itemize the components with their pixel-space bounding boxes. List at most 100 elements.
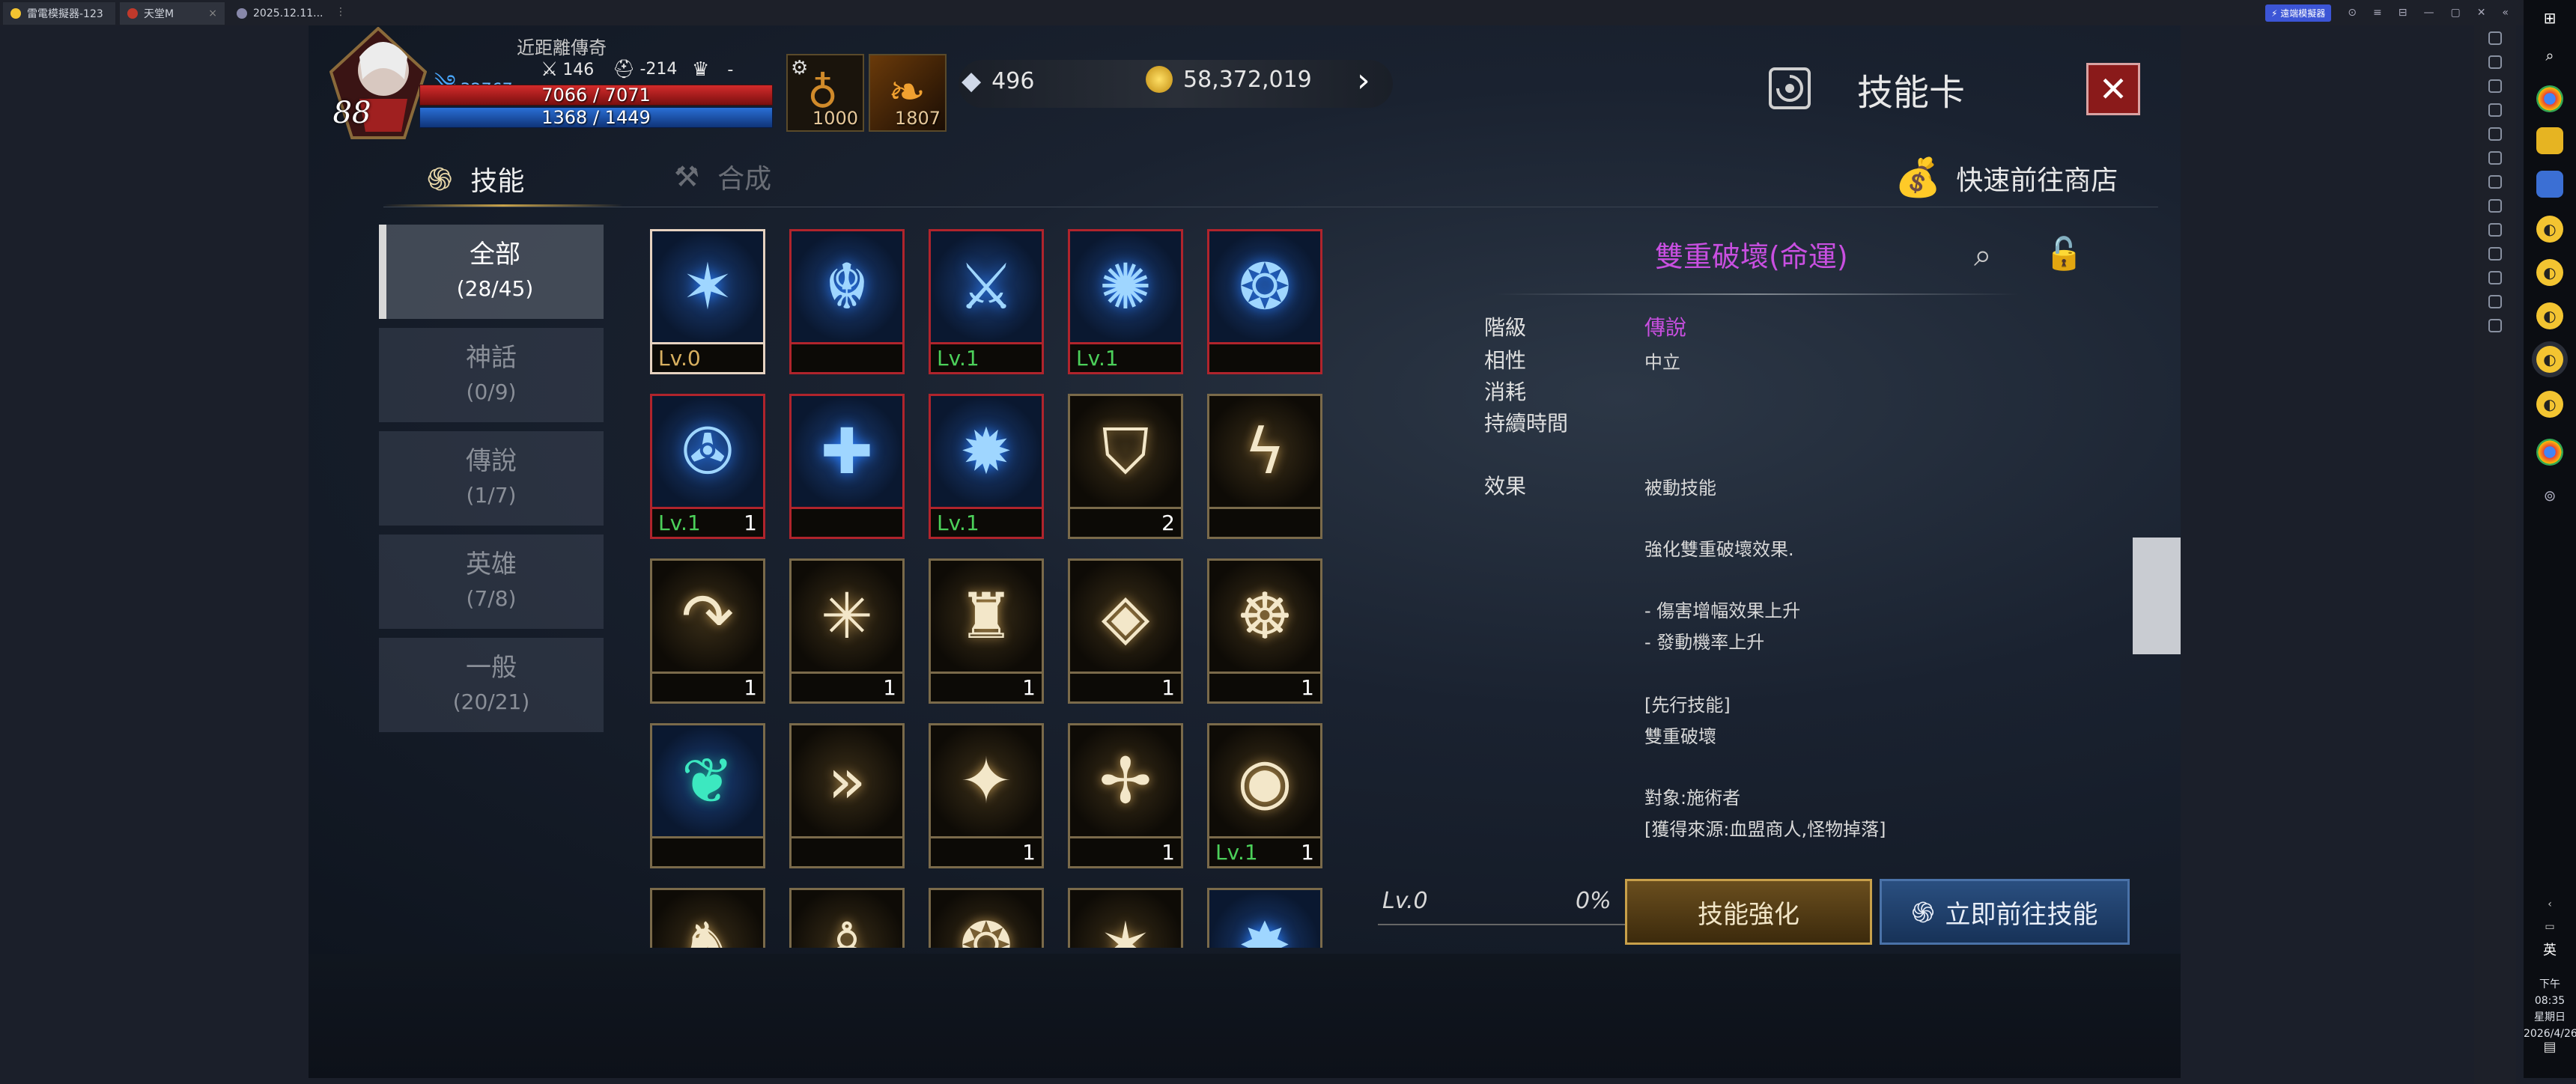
skill-card[interactable]: ◈ 1 (1068, 558, 1183, 707)
skill-card[interactable]: ✇ Lv.1 1 (650, 394, 765, 542)
notification-icon[interactable]: ▤ (2536, 1033, 2563, 1060)
category-legendary[interactable]: 傳說 (1/7) (379, 431, 604, 526)
item-slot[interactable]: ❧ 1807 (869, 54, 947, 132)
skill-icon-frame: ◈ (1068, 558, 1183, 674)
ime-indicator[interactable]: 英 (2536, 936, 2563, 963)
menu-icon[interactable]: ≡ (2373, 7, 2382, 19)
shop-shortcut-link[interactable]: 💰 快速前往商店 (1895, 156, 2118, 200)
gamepad-icon[interactable] (2488, 55, 2502, 69)
volume-up-icon[interactable] (2488, 79, 2502, 93)
category-normal[interactable]: 一般 (20/21) (379, 638, 604, 732)
emulator-logo-icon (10, 8, 21, 19)
video-icon[interactable] (2488, 223, 2502, 237)
skill-card[interactable]: ✺ Lv.1 (1068, 229, 1183, 377)
chrome-icon[interactable] (2536, 85, 2563, 112)
collapse-icon[interactable]: « (2502, 7, 2509, 19)
sync-icon[interactable] (2488, 175, 2502, 189)
category-count: (20/21) (452, 689, 530, 714)
skill-card[interactable]: ✳ 1 (789, 558, 905, 707)
side-panel-handle[interactable] (2133, 538, 2181, 654)
volume-down-icon[interactable] (2488, 103, 2502, 117)
ldplayer-active-icon[interactable]: ◐ (2536, 346, 2563, 373)
gold-value: 58,372,019 (1183, 66, 1312, 93)
skill-card[interactable]: ❂ (1207, 229, 1322, 377)
skill-card[interactable]: ♜ 1 (929, 558, 1044, 707)
skill-card[interactable]: ⛉ 2 (1068, 394, 1183, 542)
skill-card[interactable]: ❦ (650, 723, 765, 871)
tab-skills[interactable]: ֍ 技能 (427, 157, 524, 200)
more-icon[interactable] (2488, 319, 2502, 332)
skill-card-footer: Lv.1 (1068, 344, 1183, 374)
maximize-icon[interactable]: ▢ (2450, 7, 2460, 19)
skill-card[interactable]: ϟ (1207, 394, 1322, 542)
skill-card[interactable]: ✚ (789, 394, 905, 542)
diamond-icon: ◆ (962, 66, 982, 96)
potion-count: 1000 (812, 108, 858, 129)
skill-card[interactable]: ✹ Lv.1 (929, 394, 1044, 542)
category-mythic[interactable]: 神話 (0/9) (379, 328, 604, 422)
screenshot-icon[interactable] (2488, 127, 2502, 141)
ldplayer-icon[interactable]: ◐ (2536, 216, 2563, 243)
skill-card-icon (1769, 67, 1811, 109)
ldplayer-icon[interactable]: ◐ (2536, 391, 2563, 418)
category-all[interactable]: 全部 (28/45) (379, 225, 604, 319)
skill-card[interactable]: ♞ (650, 888, 765, 948)
emulator-tab-1[interactable]: 天堂M × (120, 2, 225, 25)
ldplayer-icon[interactable]: ◐ (2536, 302, 2563, 329)
effect-line: 強化雙重破壞效果. (1644, 539, 1794, 560)
tab-more-icon[interactable]: ⋮ (335, 6, 346, 18)
folder-icon[interactable] (2488, 271, 2502, 284)
skill-card[interactable]: ◉ Lv.1 1 (1207, 723, 1322, 871)
emulator-tab-2[interactable]: 2025.12.11... (229, 2, 334, 25)
skill-card[interactable]: ⚔ Lv.1 (929, 229, 1044, 377)
tab-synthesis-label: 合成 (717, 164, 772, 195)
search-icon[interactable]: ⌕ (2536, 42, 2563, 69)
skill-card[interactable]: ✶ Lv.0 (650, 229, 765, 377)
potion-slot[interactable]: ♁ ⚙ 1000 (786, 54, 864, 132)
skill-card[interactable]: ✶ (1068, 888, 1183, 948)
skill-card[interactable]: ❂ (929, 888, 1044, 948)
magnifier-icon[interactable]: ⌕ (1974, 237, 1992, 274)
restore-icon[interactable]: ⊟ (2399, 7, 2408, 19)
app-icon[interactable] (2536, 171, 2563, 198)
record-icon[interactable] (2488, 151, 2502, 165)
apk-icon[interactable] (2488, 247, 2502, 261)
close-tab-icon[interactable]: × (208, 7, 217, 19)
goto-skill-button[interactable]: ֍ 立即前往技能 (1880, 879, 2130, 945)
enhance-skill-button[interactable]: 技能強化 (1625, 879, 1872, 945)
account-icon[interactable]: ⊙ (2348, 7, 2357, 19)
keyboard-icon[interactable] (2488, 31, 2502, 45)
skill-card[interactable]: ☬ (789, 229, 905, 377)
minimize-icon[interactable]: — (2423, 7, 2434, 19)
trophy-value: - (727, 60, 734, 79)
skill-card[interactable]: ☸ 1 (1207, 558, 1322, 707)
gold-coin-icon (1146, 66, 1173, 93)
windows-start-icon[interactable]: ⊞ (2536, 4, 2563, 31)
chrome-icon[interactable] (2536, 439, 2563, 466)
chevron-right-icon[interactable]: › (1357, 61, 1370, 100)
money-bag-icon: 💰 (1895, 156, 1942, 199)
skill-card[interactable]: ✢ 1 (1068, 723, 1183, 871)
app-icon[interactable]: ⊚ (2536, 482, 2563, 509)
helmet-icon: ⛑ (613, 58, 636, 79)
sword-icon: ⚔ (541, 58, 559, 81)
scissors-icon[interactable] (2488, 199, 2502, 213)
ldplayer-icon[interactable]: ◐ (2536, 259, 2563, 286)
unlock-icon[interactable]: 🔓 (2044, 235, 2083, 272)
location-icon[interactable] (2488, 295, 2502, 308)
skill-card[interactable]: ✸ (1207, 888, 1322, 948)
category-hero[interactable]: 英雄 (7/8) (379, 535, 604, 629)
file-explorer-icon[interactable] (2536, 127, 2563, 154)
skill-card[interactable]: » (789, 723, 905, 871)
taskbar-clock[interactable]: 下午 08:35 星期日 2026/4/26 (2524, 976, 2576, 1042)
hp-bar: 7066 / 7071 (419, 85, 773, 106)
close-button[interactable]: ✕ (2086, 63, 2140, 115)
emulator-tab-0[interactable]: 雷電模擬器-123 (3, 2, 115, 25)
close-window-icon[interactable]: ✕ (2477, 7, 2486, 19)
skill-card[interactable]: ♙ (789, 888, 905, 948)
beast-icon: ♞ (679, 909, 736, 948)
cloud-emulator-badge[interactable]: ⚡ 遠端模擬器 (2265, 4, 2332, 22)
skill-card[interactable]: ↷ 1 (650, 558, 765, 707)
tab-synthesis[interactable]: ⚒ 合成 (674, 157, 771, 196)
skill-card[interactable]: ✦ 1 (929, 723, 1044, 871)
